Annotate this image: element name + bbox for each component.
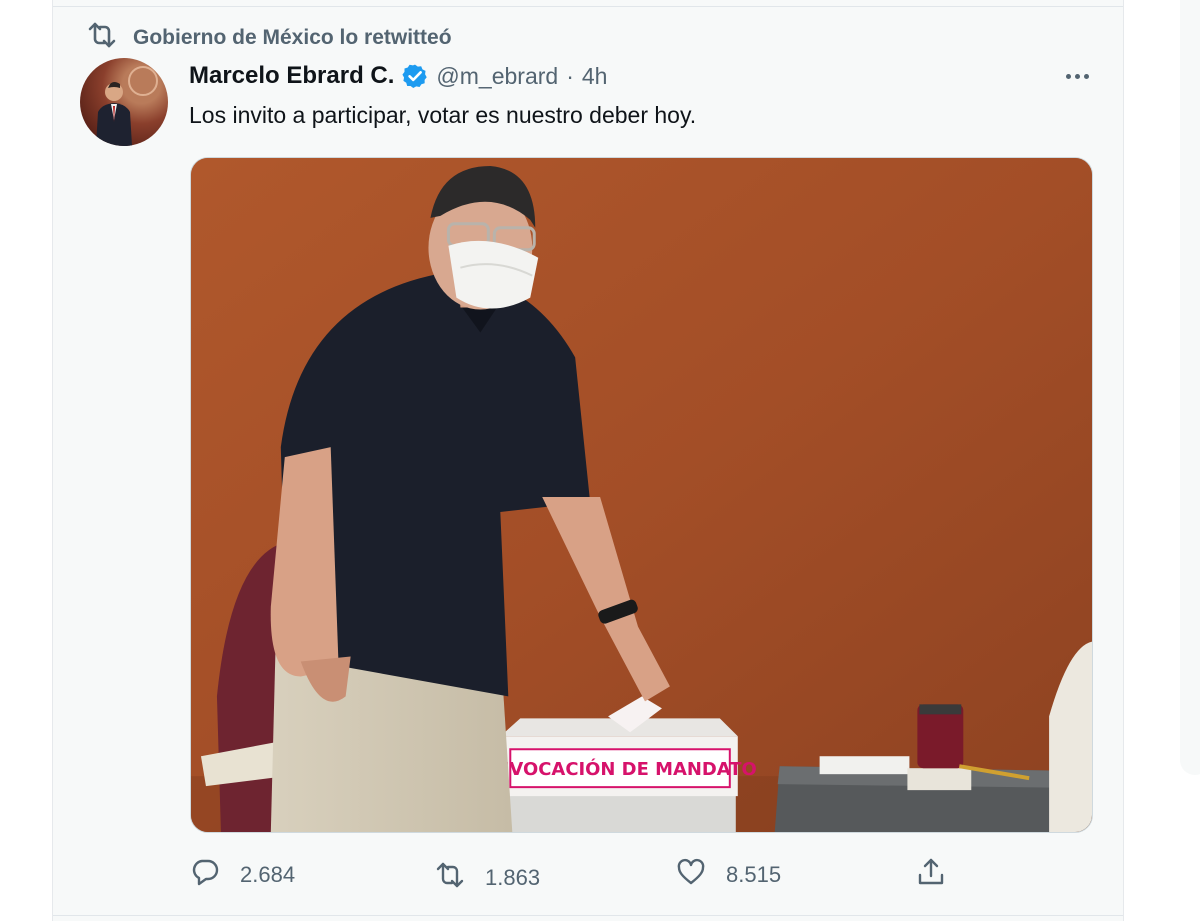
verified-badge-icon — [402, 63, 428, 89]
right-panel-card — [1180, 0, 1200, 775]
retweet-context[interactable]: Gobierno de México lo retwitteó — [87, 22, 452, 54]
reply-icon — [190, 857, 220, 893]
more-dot — [1065, 73, 1071, 79]
share-icon — [916, 857, 946, 893]
like-count: 8.515 — [726, 862, 782, 887]
like-button[interactable]: 8.515 — [676, 855, 781, 895]
separator-dot: · — [566, 62, 574, 89]
right-panel — [1124, 0, 1200, 921]
divider — [53, 915, 1123, 916]
retweet-button[interactable]: 1.863 — [435, 858, 540, 898]
retweet-icon — [435, 860, 465, 896]
share-button[interactable] — [916, 855, 946, 895]
avatar-seal — [128, 66, 158, 96]
more-options-button[interactable] — [1058, 62, 1096, 90]
handle[interactable]: @m_ebrard — [436, 63, 558, 90]
retweet-icon — [87, 22, 117, 54]
more-dot — [1083, 73, 1089, 79]
tweet-text: Los invito a participar, votar es nuestr… — [189, 102, 697, 128]
reply-button[interactable]: 2.684 — [190, 855, 295, 895]
left-gutter — [0, 0, 52, 921]
ballot-box-label: REVOCACIÓN DE MANDATO — [483, 758, 756, 780]
reply-count: 2.684 — [240, 862, 296, 887]
tweet-photo[interactable]: REVOCACIÓN DE MANDATO — [190, 157, 1093, 833]
divider — [53, 6, 1123, 7]
retweet-context-label[interactable]: Gobierno de México lo retwitteó — [133, 26, 452, 50]
tweet-header: Marcelo Ebrard C. @m_ebrard · 4h — [189, 60, 607, 92]
heart-icon — [676, 857, 706, 893]
timestamp[interactable]: 4h — [582, 63, 608, 90]
tweet-actions: 2.684 1.863 8.515 — [190, 855, 970, 895]
more-dot — [1074, 73, 1080, 79]
retweet-count: 1.863 — [485, 865, 541, 890]
avatar[interactable] — [80, 58, 168, 146]
display-name[interactable]: Marcelo Ebrard C. — [189, 62, 394, 90]
